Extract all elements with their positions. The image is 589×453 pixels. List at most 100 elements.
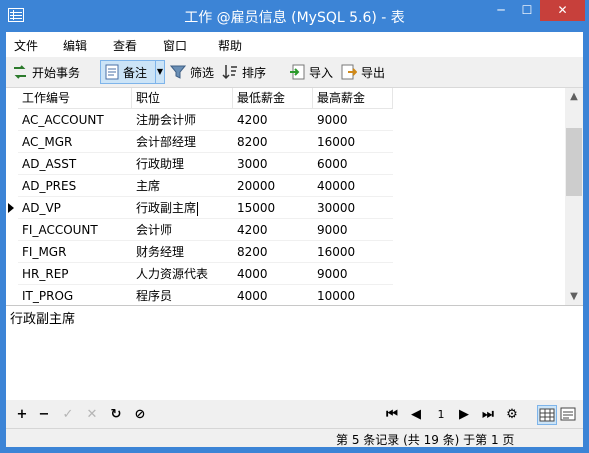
table-row[interactable]: AC_ACCOUNT 注册会计师 4200 9000 xyxy=(6,109,565,131)
stop-icon[interactable]: ⊘ xyxy=(132,406,148,424)
cell-min-salary[interactable]: 3000 xyxy=(233,153,313,175)
sort-button[interactable]: 排序 xyxy=(218,60,270,84)
scroll-thumb[interactable] xyxy=(566,128,582,196)
transaction-icon xyxy=(14,65,26,79)
column-header-job-id[interactable]: 工作编号 xyxy=(18,88,132,109)
cell-min-salary[interactable]: 20000 xyxy=(233,175,313,197)
menu-bar: 文件 编辑 查看 窗口 帮助 xyxy=(6,32,583,57)
sort-label: 排序 xyxy=(242,65,267,80)
cell-job-title[interactable]: 会计师 xyxy=(132,219,233,241)
page-number[interactable]: 1 xyxy=(430,406,452,424)
cell-job-id[interactable]: AD_ASST xyxy=(18,153,132,175)
client-area: 文件 编辑 查看 窗口 帮助 开始事务 备注 ▼ 筛选 排序 导入 导出 工作编… xyxy=(6,32,583,447)
filter-button[interactable]: 筛选 xyxy=(166,60,218,84)
cell-job-id[interactable]: HR_REP xyxy=(18,263,132,285)
table-row[interactable]: AD_ASST 行政助理 3000 6000 xyxy=(6,153,565,175)
cell-max-salary[interactable]: 9000 xyxy=(313,263,393,285)
cell-job-title[interactable]: 程序员 xyxy=(132,285,233,306)
table-row[interactable]: IT_PROG 程序员 4000 10000 xyxy=(6,285,565,306)
column-header-job-title[interactable]: 职位 xyxy=(132,88,233,109)
scroll-down-icon[interactable]: ▼ xyxy=(565,288,583,306)
column-header-max-salary[interactable]: 最高薪金 xyxy=(313,88,393,109)
table-row[interactable]: FI_ACCOUNT 会计师 4200 9000 xyxy=(6,219,565,241)
maximize-button[interactable]: ☐ xyxy=(514,0,540,21)
table-row-current[interactable]: AD_VP 行政副主席 15000 30000 xyxy=(6,197,565,219)
cell-job-id[interactable]: FI_ACCOUNT xyxy=(18,219,132,241)
cell-min-salary[interactable]: 15000 xyxy=(233,197,313,219)
cell-job-id[interactable]: AD_PRES xyxy=(18,175,132,197)
discard-changes-icon[interactable]: ✕ xyxy=(84,406,100,424)
refresh-icon[interactable]: ↻ xyxy=(108,406,124,424)
cell-job-id[interactable]: AC_ACCOUNT xyxy=(18,109,132,131)
record-status-text: 第 5 条记录 (共 19 条) 于第 1 页 xyxy=(336,433,515,447)
cell-max-salary[interactable]: 40000 xyxy=(313,175,393,197)
status-bar: 第 5 条记录 (共 19 条) 于第 1 页 xyxy=(6,428,583,447)
first-page-icon[interactable]: ⏮ xyxy=(384,406,400,424)
column-header-min-salary[interactable]: 最低薪金 xyxy=(233,88,313,109)
cell-min-salary[interactable]: 4200 xyxy=(233,109,313,131)
next-page-icon[interactable]: ▶ xyxy=(456,406,472,424)
grid-view-button[interactable] xyxy=(537,405,557,425)
grid-view-icon xyxy=(539,408,555,422)
table-row[interactable]: AC_MGR 会计部经理 8200 16000 xyxy=(6,131,565,153)
memo-button[interactable]: 备注 xyxy=(100,60,156,84)
cell-job-title[interactable]: 人力资源代表 xyxy=(132,263,233,285)
vertical-scrollbar[interactable]: ▲ ▼ xyxy=(565,88,583,306)
export-icon xyxy=(341,64,357,80)
cell-job-id[interactable]: FI_MGR xyxy=(18,241,132,263)
scroll-up-icon[interactable]: ▲ xyxy=(565,88,583,106)
minimize-button[interactable]: ─ xyxy=(488,0,514,21)
import-icon xyxy=(290,64,305,80)
begin-transaction-button[interactable]: 开始事务 xyxy=(8,60,84,84)
cell-max-salary[interactable]: 16000 xyxy=(313,131,393,153)
cell-job-title[interactable]: 主席 xyxy=(132,175,233,197)
last-page-icon[interactable]: ⏭ xyxy=(480,406,496,424)
cell-min-salary[interactable]: 8200 xyxy=(233,241,313,263)
title-bar[interactable]: 工作 @雇员信息 (MySQL 5.6) - 表 ─ ☐ ✕ xyxy=(0,0,589,32)
apply-changes-icon[interactable]: ✓ xyxy=(60,406,76,424)
add-record-icon[interactable]: + xyxy=(14,406,30,424)
cell-min-salary[interactable]: 8200 xyxy=(233,131,313,153)
sort-icon xyxy=(222,65,237,80)
menu-file[interactable]: 文件 xyxy=(14,37,38,54)
settings-gear-icon[interactable]: ⚙ xyxy=(504,406,520,424)
cell-job-title[interactable]: 行政助理 xyxy=(132,153,233,175)
table-row[interactable]: AD_PRES 主席 20000 40000 xyxy=(6,175,565,197)
cell-min-salary[interactable]: 4000 xyxy=(233,263,313,285)
data-grid[interactable]: 工作编号 职位 最低薪金 最高薪金 AC_ACCOUNT 注册会计师 4200 … xyxy=(6,87,583,306)
menu-view[interactable]: 查看 xyxy=(113,37,137,54)
cell-max-salary[interactable]: 9000 xyxy=(313,109,393,131)
grid-header: 工作编号 职位 最低薪金 最高薪金 xyxy=(6,88,565,109)
export-label: 导出 xyxy=(361,65,386,80)
cell-job-id[interactable]: IT_PROG xyxy=(18,285,132,306)
menu-help[interactable]: 帮助 xyxy=(218,37,242,54)
cell-max-salary[interactable]: 6000 xyxy=(313,153,393,175)
cell-max-salary[interactable]: 16000 xyxy=(313,241,393,263)
previous-page-icon[interactable]: ◀ xyxy=(408,406,424,424)
memo-dropdown-arrow[interactable]: ▼ xyxy=(155,60,165,84)
memo-text-area[interactable]: 行政副主席 xyxy=(6,305,583,400)
cell-edit-text: 行政副主席 xyxy=(136,201,197,215)
delete-record-icon[interactable]: − xyxy=(36,406,52,424)
cell-job-title[interactable]: 会计部经理 xyxy=(132,131,233,153)
cell-job-id[interactable]: AC_MGR xyxy=(18,131,132,153)
close-button[interactable]: ✕ xyxy=(540,0,585,21)
menu-window[interactable]: 窗口 xyxy=(163,37,187,54)
cell-job-title-editing[interactable]: 行政副主席 xyxy=(132,197,233,219)
cell-job-id[interactable]: AD_VP xyxy=(18,197,132,219)
cell-min-salary[interactable]: 4000 xyxy=(233,285,313,306)
table-row[interactable]: FI_MGR 财务经理 8200 16000 xyxy=(6,241,565,263)
cell-min-salary[interactable]: 4200 xyxy=(233,219,313,241)
document-icon xyxy=(105,64,119,80)
export-button[interactable]: 导出 xyxy=(337,60,389,84)
cell-max-salary[interactable]: 10000 xyxy=(313,285,393,306)
form-view-button[interactable] xyxy=(559,405,579,425)
table-row[interactable]: HR_REP 人力资源代表 4000 9000 xyxy=(6,263,565,285)
menu-edit[interactable]: 编辑 xyxy=(63,37,87,54)
app-window: 工作 @雇员信息 (MySQL 5.6) - 表 ─ ☐ ✕ 文件 编辑 查看 … xyxy=(0,0,589,453)
cell-job-title[interactable]: 注册会计师 xyxy=(132,109,233,131)
cell-job-title[interactable]: 财务经理 xyxy=(132,241,233,263)
import-button[interactable]: 导入 xyxy=(285,60,337,84)
cell-max-salary[interactable]: 9000 xyxy=(313,219,393,241)
cell-max-salary[interactable]: 30000 xyxy=(313,197,393,219)
